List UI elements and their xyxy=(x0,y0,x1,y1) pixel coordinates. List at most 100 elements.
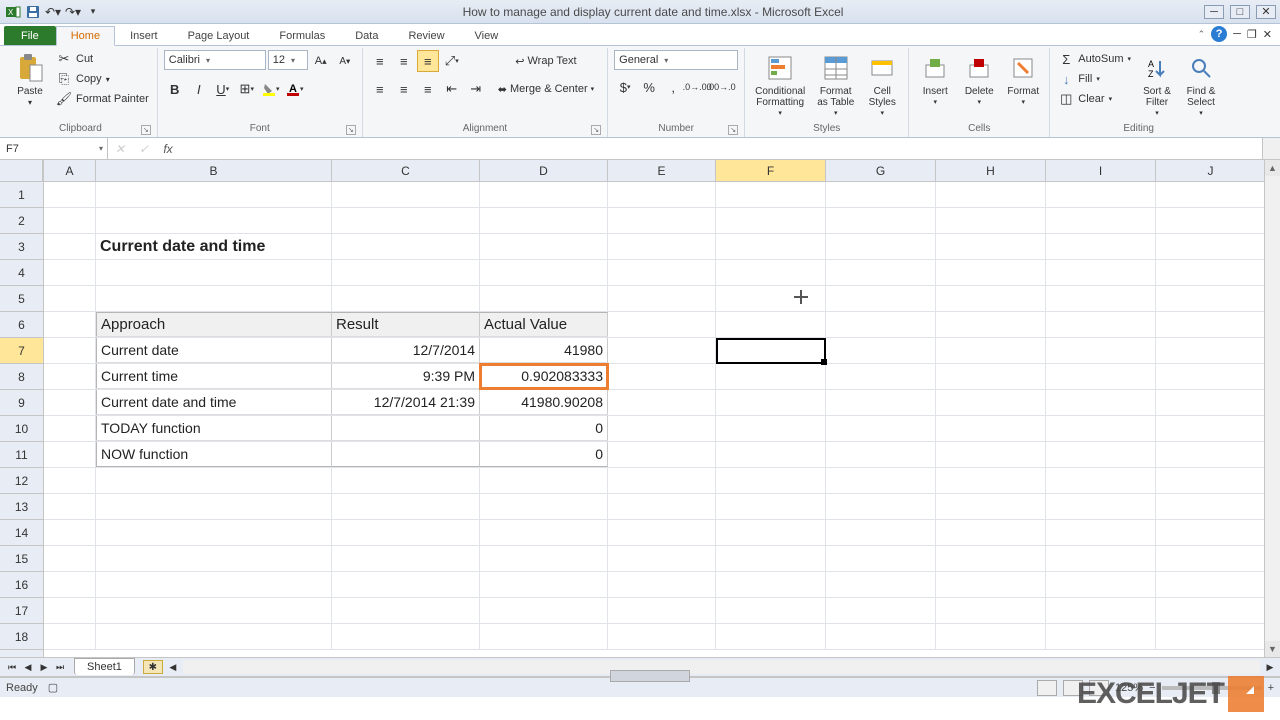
col-header-A[interactable]: A xyxy=(44,160,96,181)
cell-I2[interactable] xyxy=(1046,208,1156,233)
cell-D7[interactable]: 41980 xyxy=(480,338,608,363)
row-header-10[interactable]: 10 xyxy=(0,416,43,442)
cell-J8[interactable] xyxy=(1156,364,1266,389)
cell-C17[interactable] xyxy=(332,598,480,623)
cell-E1[interactable] xyxy=(608,182,716,207)
cell-H9[interactable] xyxy=(936,390,1046,415)
tab-insert[interactable]: Insert xyxy=(115,26,173,45)
align-right-button[interactable]: ≡ xyxy=(417,78,439,100)
cell-H5[interactable] xyxy=(936,286,1046,311)
cell-B1[interactable] xyxy=(96,182,332,207)
formula-expand-button[interactable] xyxy=(1262,138,1280,159)
cell-I17[interactable] xyxy=(1046,598,1156,623)
cell-F1[interactable] xyxy=(716,182,826,207)
cell-J1[interactable] xyxy=(1156,182,1266,207)
copy-button[interactable]: ⎘Copy▾ xyxy=(54,70,151,88)
row-header-14[interactable]: 14 xyxy=(0,520,43,546)
format-painter-button[interactable]: 🖌Format Painter xyxy=(54,90,151,108)
cell-H7[interactable] xyxy=(936,338,1046,363)
cell-B8[interactable]: Current time xyxy=(96,364,332,389)
cell-J11[interactable] xyxy=(1156,442,1266,467)
close-button[interactable]: ✕ xyxy=(1256,5,1276,19)
font-launcher[interactable]: ↘ xyxy=(346,125,356,135)
row-header-5[interactable]: 5 xyxy=(0,286,43,312)
workbook-close-icon[interactable]: ✕ xyxy=(1263,28,1272,41)
cell-E17[interactable] xyxy=(608,598,716,623)
scroll-up-icon[interactable]: ▲ xyxy=(1265,160,1280,176)
cell-C16[interactable] xyxy=(332,572,480,597)
cell-F18[interactable] xyxy=(716,624,826,649)
zoom-in-button[interactable]: + xyxy=(1268,682,1274,694)
cell-B14[interactable] xyxy=(96,520,332,545)
cell-J13[interactable] xyxy=(1156,494,1266,519)
cell-G12[interactable] xyxy=(826,468,936,493)
cell-B16[interactable] xyxy=(96,572,332,597)
cell-A15[interactable] xyxy=(44,546,96,571)
alignment-launcher[interactable]: ↘ xyxy=(591,125,601,135)
cell-E15[interactable] xyxy=(608,546,716,571)
cell-J16[interactable] xyxy=(1156,572,1266,597)
cell-A14[interactable] xyxy=(44,520,96,545)
first-sheet-button[interactable]: ⏮ xyxy=(4,659,20,675)
cell-G8[interactable] xyxy=(826,364,936,389)
cell-B17[interactable] xyxy=(96,598,332,623)
cell-A8[interactable] xyxy=(44,364,96,389)
cell-G16[interactable] xyxy=(826,572,936,597)
cell-G10[interactable] xyxy=(826,416,936,441)
cell-G1[interactable] xyxy=(826,182,936,207)
cell-G7[interactable] xyxy=(826,338,936,363)
sort-filter-button[interactable]: AZSort & Filter▾ xyxy=(1137,50,1177,120)
cell-G18[interactable] xyxy=(826,624,936,649)
cell-E3[interactable] xyxy=(608,234,716,259)
grow-font-button[interactable]: A▴ xyxy=(310,50,332,72)
shrink-font-button[interactable]: A▾ xyxy=(334,50,356,72)
cell-H15[interactable] xyxy=(936,546,1046,571)
cell-G17[interactable] xyxy=(826,598,936,623)
cell-C4[interactable] xyxy=(332,260,480,285)
cell-H18[interactable] xyxy=(936,624,1046,649)
cell-E16[interactable] xyxy=(608,572,716,597)
cell-B12[interactable] xyxy=(96,468,332,493)
font-size-combo[interactable]: 12▾ xyxy=(268,50,308,70)
cell-F6[interactable] xyxy=(716,312,826,337)
row-header-11[interactable]: 11 xyxy=(0,442,43,468)
row-header-6[interactable]: 6 xyxy=(0,312,43,338)
row-header-16[interactable]: 16 xyxy=(0,572,43,598)
cell-J17[interactable] xyxy=(1156,598,1266,623)
col-header-B[interactable]: B xyxy=(96,160,332,181)
find-select-button[interactable]: Find & Select▾ xyxy=(1181,50,1221,120)
col-header-I[interactable]: I xyxy=(1046,160,1156,181)
currency-button[interactable]: $▾ xyxy=(614,76,636,98)
macro-record-icon[interactable]: ▢ xyxy=(48,681,58,694)
vertical-scrollbar[interactable]: ▲ ▼ xyxy=(1264,160,1280,657)
cell-J4[interactable] xyxy=(1156,260,1266,285)
cell-H3[interactable] xyxy=(936,234,1046,259)
wrap-text-button[interactable]: ↩Wrap Text xyxy=(491,50,601,72)
conditional-formatting-button[interactable]: Conditional Formatting▾ xyxy=(751,50,809,120)
cell-D4[interactable] xyxy=(480,260,608,285)
zoom-out-button[interactable]: − xyxy=(1149,682,1155,694)
cell-I6[interactable] xyxy=(1046,312,1156,337)
col-header-F[interactable]: F xyxy=(716,160,826,181)
cell-G13[interactable] xyxy=(826,494,936,519)
cell-D17[interactable] xyxy=(480,598,608,623)
minimize-ribbon-icon[interactable]: ⌃ xyxy=(1198,29,1206,40)
row-header-9[interactable]: 9 xyxy=(0,390,43,416)
format-as-table-button[interactable]: Format as Table▾ xyxy=(813,50,858,120)
cell-A1[interactable] xyxy=(44,182,96,207)
number-format-combo[interactable]: General▾ xyxy=(614,50,738,70)
fx-button[interactable]: fx xyxy=(156,142,180,156)
cell-H8[interactable] xyxy=(936,364,1046,389)
save-icon[interactable] xyxy=(24,3,42,21)
cell-B15[interactable] xyxy=(96,546,332,571)
cell-E8[interactable] xyxy=(608,364,716,389)
select-all-corner[interactable] xyxy=(0,160,43,182)
cell-G5[interactable] xyxy=(826,286,936,311)
cell-J18[interactable] xyxy=(1156,624,1266,649)
cell-A2[interactable] xyxy=(44,208,96,233)
cell-B5[interactable] xyxy=(96,286,332,311)
help-icon[interactable]: ? xyxy=(1211,26,1227,42)
cell-C13[interactable] xyxy=(332,494,480,519)
cell-I10[interactable] xyxy=(1046,416,1156,441)
delete-cells-button[interactable]: Delete▾ xyxy=(959,50,999,109)
